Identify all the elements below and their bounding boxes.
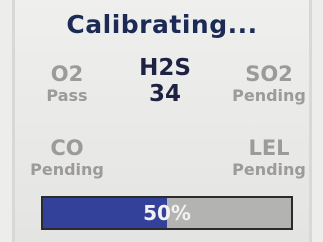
gas-o2-name: O2 — [50, 62, 84, 86]
screen-title: Calibrating... — [66, 10, 258, 39]
gas-co-name: CO — [50, 136, 84, 160]
gas-o2: O2 Pass — [19, 62, 115, 106]
calibration-screen: Calibrating... O2 Pass H2S 34 SO2 Pendin… — [12, 0, 312, 242]
gas-so2: SO2 Pending — [221, 62, 317, 106]
gas-lel-name: LEL — [248, 136, 290, 160]
calibration-progress-bar: 50% — [41, 196, 293, 230]
gas-co-status: Pending — [30, 160, 104, 179]
gas-lel-status: Pending — [232, 160, 306, 179]
progress-percent-label: 50% — [143, 201, 191, 225]
gas-o2-status: Pass — [46, 86, 88, 105]
gas-h2s-reading: 34 — [148, 81, 181, 107]
gas-lel: LEL Pending — [221, 136, 317, 180]
gas-h2s: H2S 34 — [117, 56, 213, 108]
gas-so2-name: SO2 — [245, 62, 293, 86]
gas-so2-status: Pending — [232, 86, 306, 105]
gas-h2s-name: H2S — [139, 55, 191, 81]
gas-co: CO Pending — [19, 136, 115, 180]
device-bezel: Calibrating... O2 Pass H2S 34 SO2 Pendin… — [0, 0, 323, 242]
